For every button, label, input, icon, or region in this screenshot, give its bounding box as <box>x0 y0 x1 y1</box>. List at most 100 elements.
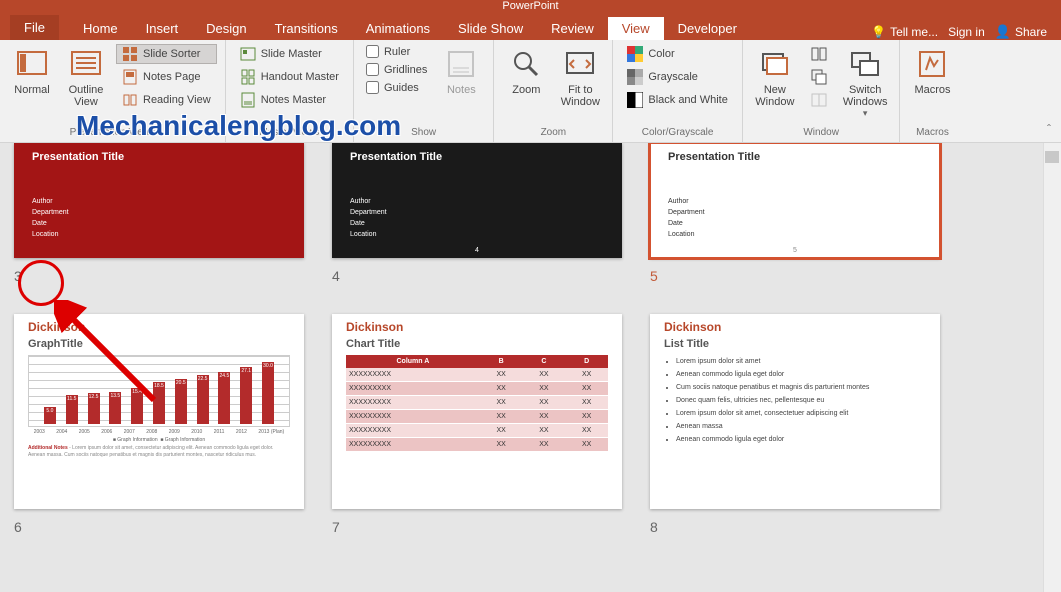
group-presentation-views: Normal Outline View Slide Sorter Notes P… <box>0 40 226 142</box>
collapse-ribbon-button[interactable]: ˆ <box>1047 122 1051 136</box>
reading-view-button[interactable]: Reading View <box>116 90 217 110</box>
macros-button[interactable]: Macros <box>908 44 956 96</box>
reading-icon <box>122 92 138 108</box>
sign-in[interactable]: Sign in <box>948 25 985 39</box>
tell-me[interactable]: 💡 Tell me... <box>871 25 938 39</box>
share-button[interactable]: Share <box>995 24 1047 40</box>
group-label: Show <box>362 125 485 140</box>
handout-master-icon <box>240 69 256 85</box>
slide-sorter-button[interactable]: Slide Sorter <box>116 44 217 64</box>
group-label: Master Views <box>234 125 345 140</box>
tab-design[interactable]: Design <box>192 17 260 40</box>
group-window: New Window Switch Windows Window <box>743 40 901 142</box>
notes-button[interactable]: Notes <box>437 44 485 96</box>
grayscale-button[interactable]: Grayscale <box>621 67 733 87</box>
chart: 5.011.512.513.515.418.520.522.524.527.13… <box>28 355 290 427</box>
cascade-button[interactable] <box>805 67 833 87</box>
tab-insert[interactable]: Insert <box>132 17 193 40</box>
split-icon <box>811 92 827 108</box>
sorter-icon <box>122 46 138 62</box>
group-label: Window <box>751 125 892 140</box>
notes-page-button[interactable]: Notes Page <box>116 67 217 87</box>
switch-windows-icon <box>849 48 881 80</box>
tab-transitions[interactable]: Transitions <box>261 17 352 40</box>
slide-master-button[interactable]: Slide Master <box>234 44 345 64</box>
tab-view[interactable]: View <box>608 17 664 40</box>
notes-master-button[interactable]: Notes Master <box>234 90 345 110</box>
slide-thumb-5[interactable]: Presentation Title AuthorDepartment Date… <box>650 143 940 284</box>
group-label: Macros <box>908 125 956 140</box>
app-name: PowerPoint <box>502 0 558 12</box>
slide-title: List Title <box>664 338 926 350</box>
group-label: Presentation Views <box>8 125 217 140</box>
cascade-icon <box>811 69 827 85</box>
tab-slideshow[interactable]: Slide Show <box>444 17 537 40</box>
brand: Dickinson <box>664 320 926 334</box>
color-button[interactable]: Color <box>621 44 733 64</box>
notes-icon <box>445 48 477 80</box>
slide-number: 5 <box>650 268 940 284</box>
outline-icon <box>70 48 102 80</box>
bw-icon <box>627 92 643 108</box>
tab-review[interactable]: Review <box>537 17 608 40</box>
slide-sorter-workspace[interactable]: Presentation Title AuthorDepartment Date… <box>0 143 1061 592</box>
footnote: Additional Notes - Lorem ipsum dolor sit… <box>28 445 290 459</box>
zoom-button[interactable]: Zoom <box>502 44 550 96</box>
ruler-checkbox[interactable]: Ruler <box>362 44 431 59</box>
grayscale-icon <box>627 69 643 85</box>
share-icon <box>995 24 1011 40</box>
slide-number: 7 <box>332 519 622 535</box>
slide-title: Chart Title <box>346 338 608 350</box>
slide-meta: AuthorDepartment DateLocation <box>350 196 387 240</box>
gridlines-checkbox[interactable]: Gridlines <box>362 62 431 77</box>
bullet-list: Lorem ipsum dolor sit ametAenean commodo… <box>664 355 926 446</box>
handout-master-button[interactable]: Handout Master <box>234 67 345 87</box>
slide-thumb-8[interactable]: Dickinson List Title Lorem ipsum dolor s… <box>650 314 940 535</box>
tab-file[interactable]: File <box>10 15 59 40</box>
slide-thumb-4[interactable]: Presentation Title AuthorDepartment Date… <box>332 143 622 284</box>
new-window-button[interactable]: New Window <box>751 44 799 108</box>
arrange-all-button[interactable] <box>805 44 833 64</box>
vertical-scrollbar[interactable] <box>1043 143 1061 592</box>
slide-thumb-7[interactable]: Dickinson Chart Title Column ABCD XXXXXX… <box>332 314 622 535</box>
normal-icon <box>16 48 48 80</box>
tab-animations[interactable]: Animations <box>352 17 444 40</box>
group-color: Color Grayscale Black and White Color/Gr… <box>613 40 742 142</box>
tab-developer[interactable]: Developer <box>664 17 751 40</box>
brand: Dickinson <box>346 320 608 334</box>
notes-master-icon <box>240 92 256 108</box>
slide-title: Presentation Title <box>32 143 286 167</box>
brand: Dickinson <box>28 320 290 334</box>
scroll-thumb[interactable] <box>1045 151 1059 163</box>
guides-checkbox[interactable]: Guides <box>362 80 431 95</box>
slide-master-icon <box>240 46 256 62</box>
slide-thumb-3[interactable]: Presentation Title AuthorDepartment Date… <box>14 143 304 284</box>
normal-view-button[interactable]: Normal <box>8 44 56 96</box>
slide-thumb-6[interactable]: Dickinson GraphTitle 5.011.512.513.515.4… <box>14 314 304 535</box>
outline-view-button[interactable]: Outline View <box>62 44 110 108</box>
switch-windows-button[interactable]: Switch Windows <box>839 44 892 119</box>
chart-legend: ■ Graph Information ■ Graph Information <box>28 437 290 443</box>
move-split-button[interactable] <box>805 90 833 110</box>
fit-to-window-button[interactable]: Fit to Window <box>556 44 604 108</box>
slide-number: 4 <box>332 268 622 284</box>
fit-icon <box>564 48 596 80</box>
ribbon: Normal Outline View Slide Sorter Notes P… <box>0 40 1061 143</box>
color-icon <box>627 46 643 62</box>
notes-page-icon <box>122 69 138 85</box>
slide-title: Presentation Title <box>668 143 922 167</box>
tab-home[interactable]: Home <box>69 17 132 40</box>
chart-xaxis: 2003200420052006200720082009201020112012… <box>28 429 290 435</box>
group-show: Ruler Gridlines Guides Notes Show <box>354 40 494 142</box>
black-white-button[interactable]: Black and White <box>621 90 733 110</box>
macros-icon <box>916 48 948 80</box>
slide-number: 8 <box>650 519 940 535</box>
slide-title: Presentation Title <box>350 143 604 167</box>
group-label: Color/Grayscale <box>621 125 733 140</box>
arrange-icon <box>811 46 827 62</box>
group-macros: Macros Macros <box>900 40 964 142</box>
group-master-views: Slide Master Handout Master Notes Master… <box>226 40 354 142</box>
title-bar: PowerPoint <box>0 0 1061 15</box>
new-window-icon <box>759 48 791 80</box>
chart-table: Column ABCD XXXXXXXXXXXXXXXXXXXXXXXXXXXX… <box>346 355 608 452</box>
